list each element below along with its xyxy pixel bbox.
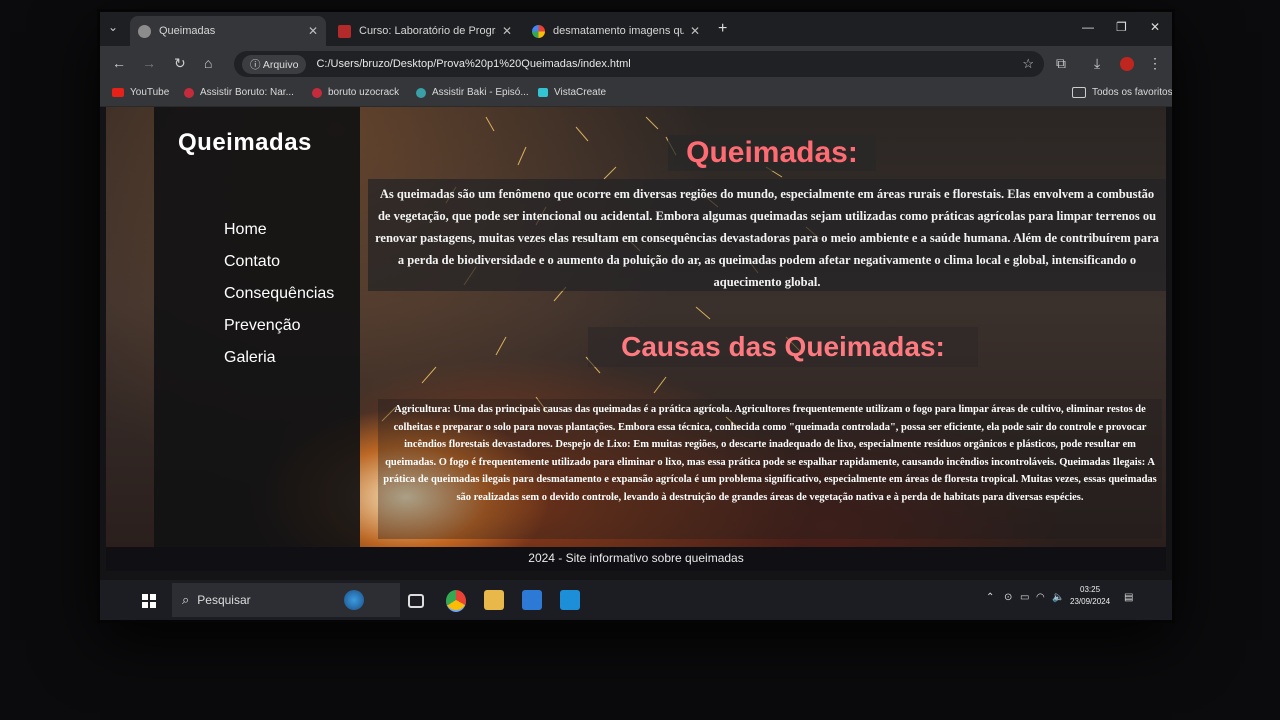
chrome-icon[interactable]	[446, 590, 466, 612]
bookmark-baki[interactable]: Assistir Baki - Episó...	[416, 87, 529, 98]
back-icon[interactable]: ←	[112, 55, 126, 71]
site-icon	[416, 87, 426, 98]
download-icon[interactable]: ⤓	[1094, 55, 1100, 72]
site-brand: Queimadas	[178, 129, 312, 156]
vistacreate-icon	[538, 88, 548, 97]
search-placeholder: Pesquisar	[197, 593, 251, 607]
maximize-button[interactable]: ❐	[1116, 20, 1127, 34]
bookmark-label: Assistir Baki - Episó...	[432, 87, 529, 98]
globe-icon	[138, 24, 151, 38]
tab-desmatamento[interactable]: desmatamento imagens queim ✕	[524, 16, 708, 46]
site-info-chip[interactable]: ⓘ Arquivo	[242, 54, 307, 74]
battery-icon[interactable]: ▭	[1020, 592, 1029, 603]
profile-avatar[interactable]	[1120, 57, 1134, 71]
bookmarks-bar: YouTube Assistir Boruto: Nar... boruto u…	[100, 82, 1172, 107]
site-footer: 2024 - Site informativo sobre queimadas	[106, 547, 1166, 571]
monitor-screen: ⌄ Queimadas ✕ Curso: Laboratório de Prog…	[100, 12, 1172, 620]
section-title-causes: Causas das Queimadas:	[588, 327, 978, 367]
task-view-icon[interactable]	[408, 594, 424, 608]
intro-paragraph: As queimadas são um fenômeno que ocorre …	[368, 179, 1166, 291]
bookmark-boruto-uzocrack[interactable]: boruto uzocrack	[312, 87, 399, 98]
wifi-icon[interactable]: ◠	[1036, 592, 1045, 603]
clock-date: 23/09/2024	[1070, 597, 1111, 606]
network-icon[interactable]: ⊙	[1004, 592, 1012, 603]
clock-time: 03:25	[1080, 585, 1101, 594]
close-tab-icon[interactable]: ✕	[502, 24, 512, 38]
bookmark-vistacreate[interactable]: VistaCreate	[538, 87, 606, 98]
bookmark-label: boruto uzocrack	[328, 87, 400, 98]
browser-toolbar: ← → ↻ ⌂ ⓘ Arquivo C:/Users/bruzo/Desktop…	[100, 46, 1172, 82]
google-icon	[532, 24, 545, 38]
causes-paragraph: Agricultura: Uma das principais causas d…	[378, 399, 1162, 539]
tray-chevron-icon[interactable]: ⌃	[986, 592, 994, 603]
close-window-button[interactable]: ✕	[1150, 20, 1160, 34]
web-page: Queimadas Home Contato Consequências Pre…	[106, 107, 1166, 547]
youtube-icon	[112, 88, 124, 97]
page-title: Queimadas:	[668, 135, 876, 171]
file-explorer-icon[interactable]	[484, 590, 504, 610]
windows-taskbar: ⌕ Pesquisar ⌃ ⊙ ▭ ◠ 🔈 03:25 23/09/2024 ▤	[100, 580, 1172, 620]
nav-consequencias[interactable]: Consequências	[224, 285, 334, 303]
bookmark-youtube[interactable]: YouTube	[112, 87, 169, 98]
store-icon[interactable]	[522, 590, 542, 610]
system-clock[interactable]: 03:25 23/09/2024	[1070, 584, 1110, 608]
shield-icon	[338, 24, 351, 38]
bookmark-label: VistaCreate	[554, 87, 607, 98]
taskbar-search[interactable]: ⌕ Pesquisar	[172, 583, 400, 617]
volume-icon[interactable]: 🔈	[1052, 592, 1064, 603]
tab-title: Queimadas	[159, 25, 216, 37]
search-icon: ⌕	[182, 592, 190, 607]
vscode-icon[interactable]	[560, 590, 580, 610]
forward-icon[interactable]: →	[142, 55, 156, 71]
reload-icon[interactable]: ↻	[174, 55, 186, 72]
site-icon	[184, 87, 194, 98]
nav-home[interactable]: Home	[224, 221, 334, 239]
url-text[interactable]: C:/Users/bruzo/Desktop/Prova%20p1%20Quei…	[316, 58, 630, 70]
nav-contato[interactable]: Contato	[224, 253, 334, 271]
close-tab-icon[interactable]: ✕	[690, 24, 700, 38]
menu-icon[interactable]: ⋮	[1148, 55, 1162, 72]
bookmark-boruto[interactable]: Assistir Boruto: Nar...	[184, 87, 294, 98]
site-icon	[312, 87, 322, 98]
new-tab-button[interactable]: +	[718, 20, 727, 38]
tab-title: Curso: Laboratório de Programa	[359, 25, 496, 37]
windows-start-icon[interactable]	[142, 594, 156, 608]
extensions-icon[interactable]: ⧉	[1056, 55, 1066, 72]
bookmark-star-icon[interactable]: ☆	[1022, 56, 1034, 72]
tab-search-icon[interactable]: ⌄	[108, 20, 118, 34]
site-nav: Home Contato Consequências Prevenção Gal…	[224, 221, 334, 381]
address-bar[interactable]: ⓘ Arquivo C:/Users/bruzo/Desktop/Prova%2…	[234, 51, 1044, 77]
weather-icon[interactable]	[344, 590, 364, 610]
nav-prevencao[interactable]: Prevenção	[224, 317, 334, 335]
tab-queimadas[interactable]: Queimadas ✕	[130, 16, 326, 46]
bookmark-label: Assistir Boruto: Nar...	[200, 87, 294, 98]
nav-galeria[interactable]: Galeria	[224, 349, 334, 367]
bookmark-label: Todos os favoritos	[1092, 87, 1172, 98]
bookmark-label: YouTube	[130, 87, 170, 98]
tab-curso[interactable]: Curso: Laboratório de Programa ✕	[330, 16, 520, 46]
close-tab-icon[interactable]: ✕	[308, 24, 318, 38]
main-content: Queimadas: As queimadas são um fenômeno …	[368, 107, 1166, 547]
sidebar: Queimadas Home Contato Consequências Pre…	[154, 107, 360, 547]
chip-label: Arquivo	[262, 58, 299, 71]
all-bookmarks[interactable]: Todos os favoritos	[1072, 87, 1172, 98]
folder-icon	[1072, 87, 1086, 98]
tab-title: desmatamento imagens queim	[553, 25, 684, 37]
home-icon[interactable]: ⌂	[204, 55, 212, 71]
tab-strip: ⌄ Queimadas ✕ Curso: Laboratório de Prog…	[100, 12, 1172, 46]
notifications-icon[interactable]: ▤	[1124, 592, 1133, 603]
minimize-button[interactable]: —	[1082, 20, 1094, 34]
